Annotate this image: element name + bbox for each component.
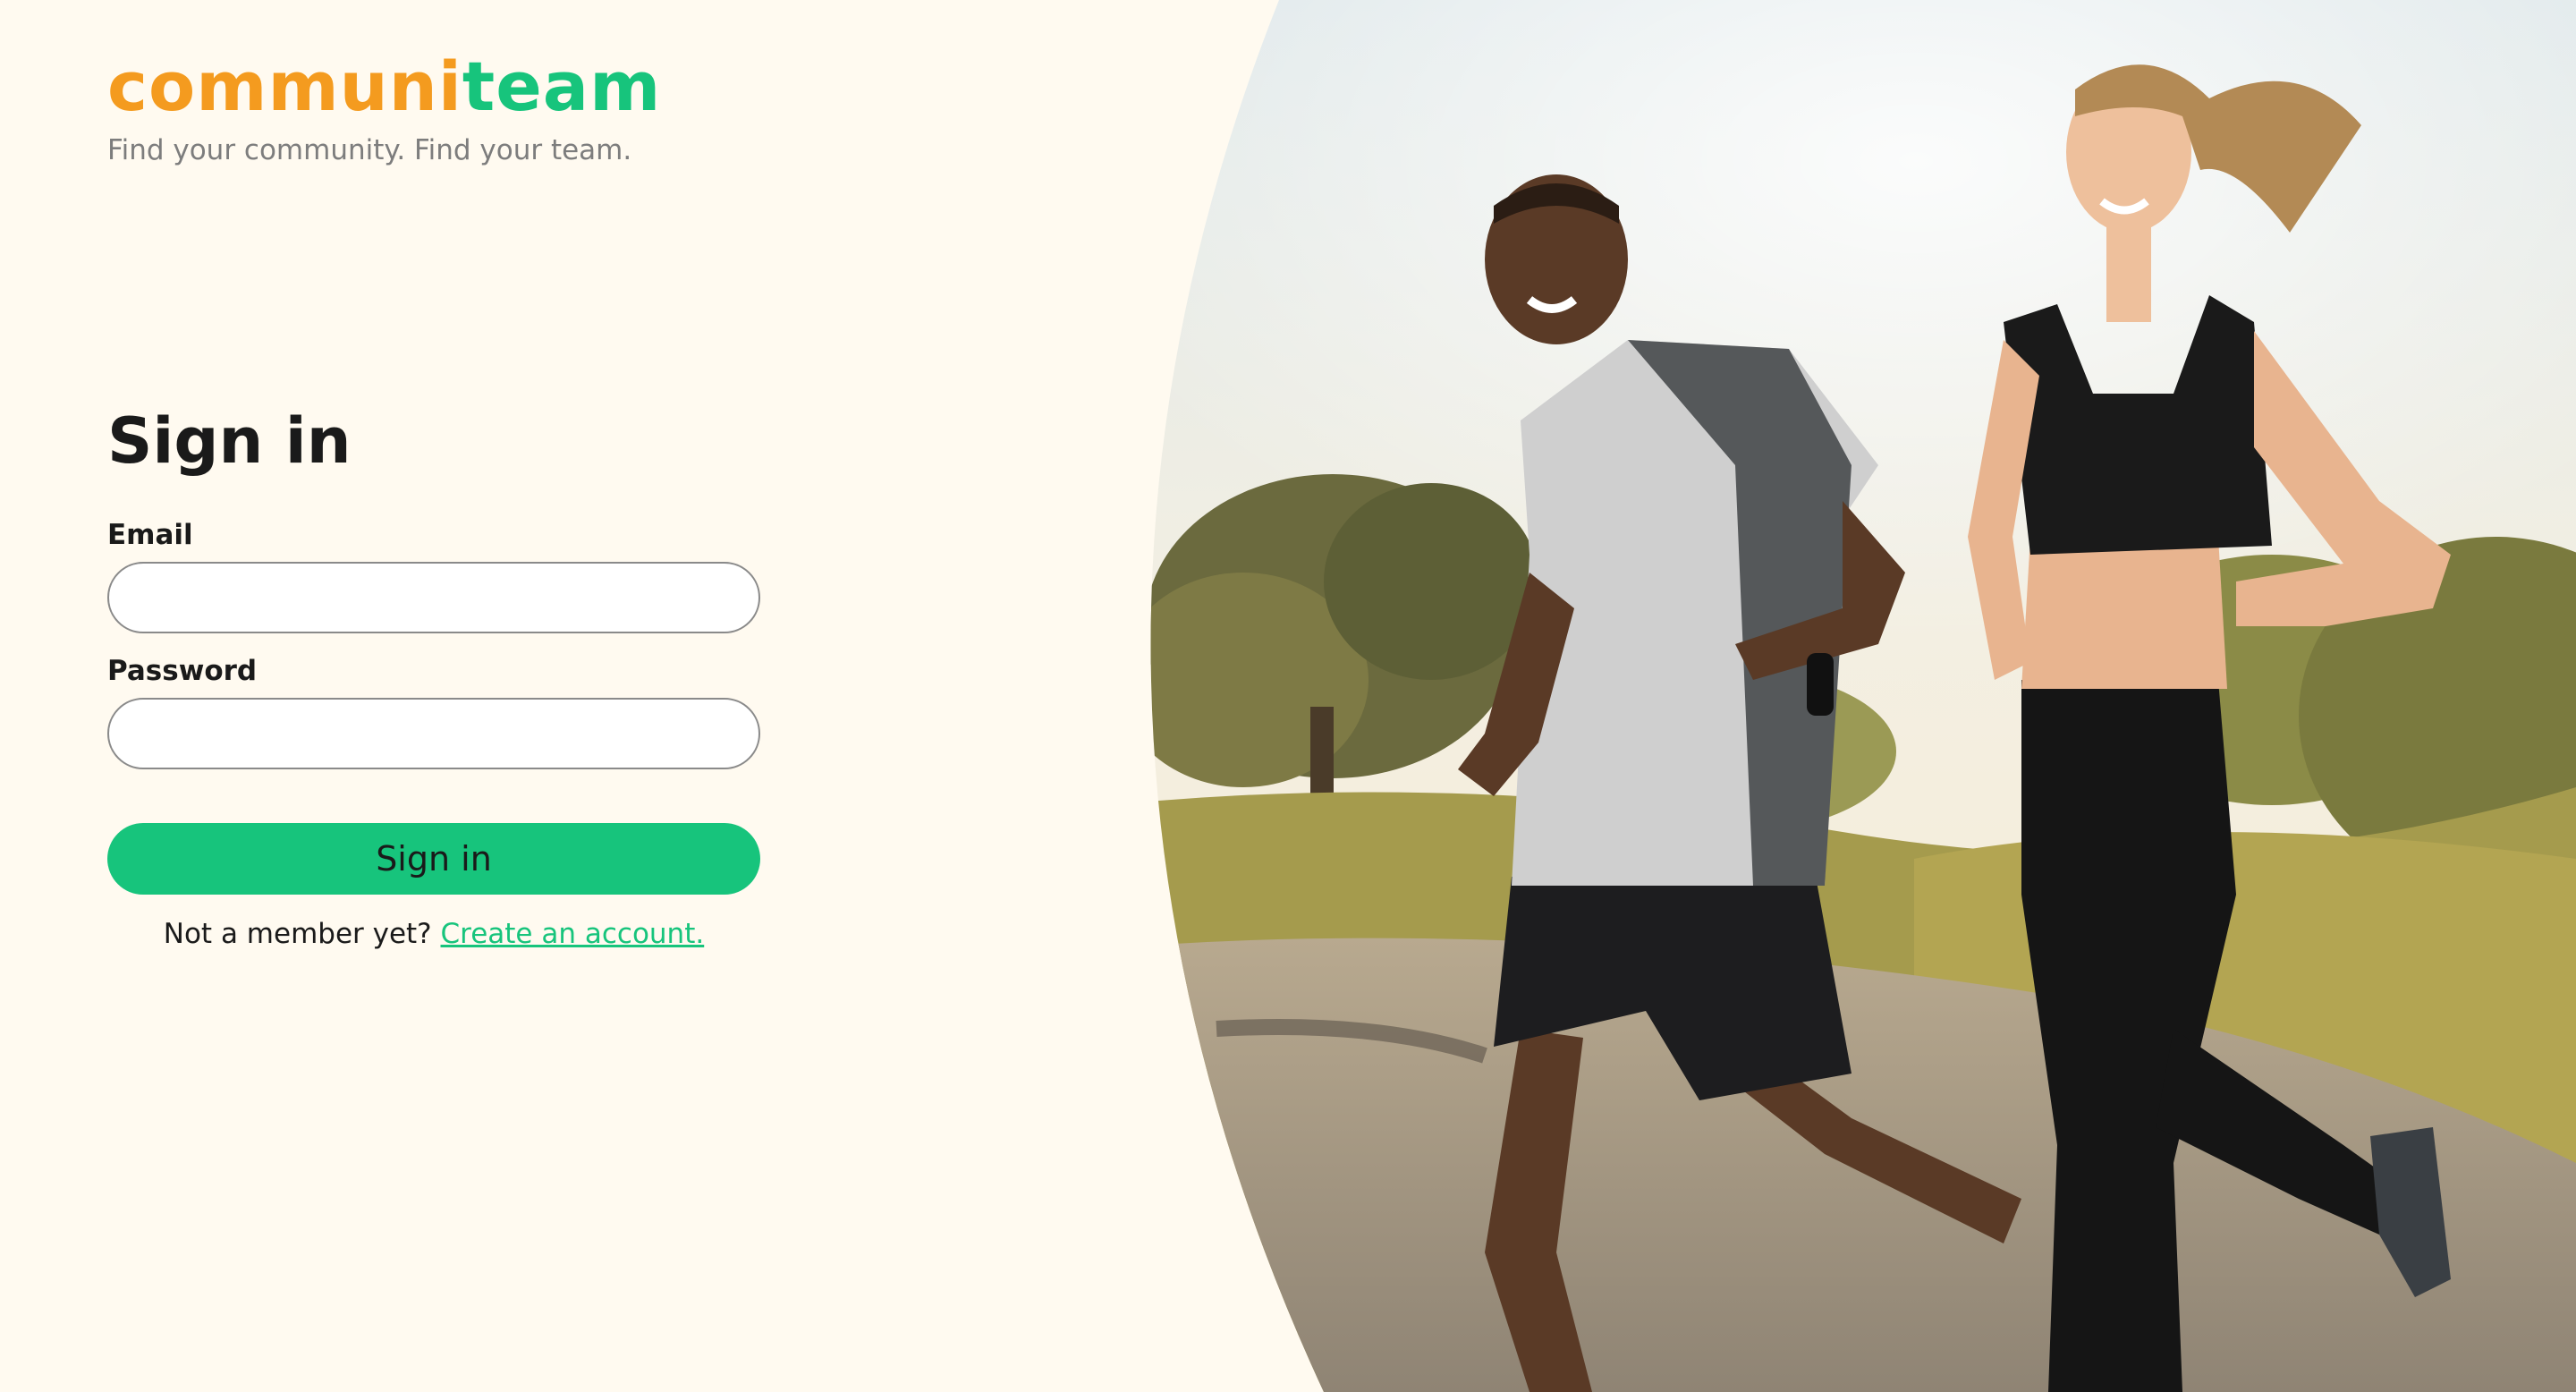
password-label: Password [107, 655, 258, 687]
logo-word-communi: communi [107, 47, 462, 126]
password-field[interactable] [107, 698, 760, 769]
logo: communiteam [107, 47, 661, 127]
sign-in-form: Sign in Email Password Sign in Not a mem… [107, 401, 760, 950]
sign-in-button[interactable]: Sign in [107, 823, 760, 895]
hero-photo [1109, 0, 2576, 1392]
runners-illustration [1150, 0, 2576, 1392]
page-title: Sign in [107, 404, 352, 478]
logo-word-team: team [462, 47, 662, 126]
email-field[interactable] [107, 562, 760, 633]
signup-prompt: Not a member yet? Create an account. [107, 918, 760, 950]
tagline: Find your community. Find your team. [107, 134, 632, 166]
sign-in-page: communiteam Find your community. Find yo… [0, 0, 2576, 1392]
brand-header: communiteam Find your community. Find yo… [107, 47, 661, 166]
create-account-link[interactable]: Create an account. [441, 918, 705, 950]
email-label: Email [107, 519, 193, 551]
signup-prompt-text: Not a member yet? [163, 918, 441, 950]
